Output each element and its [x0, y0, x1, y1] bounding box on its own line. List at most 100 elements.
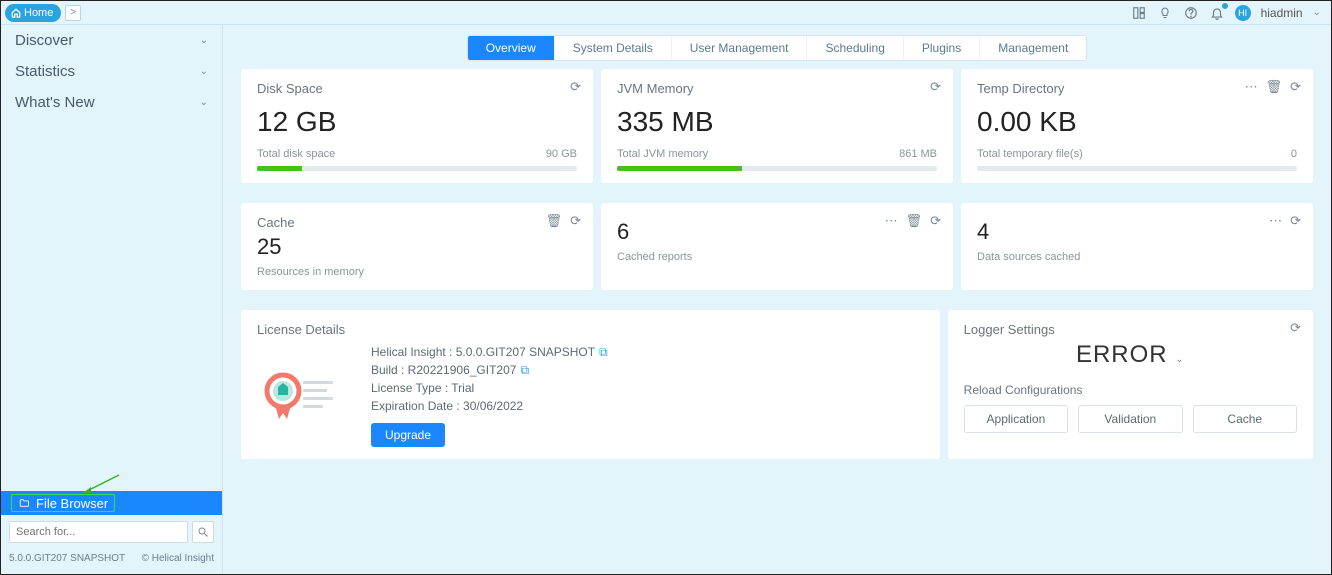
card-sub: Resources in memory	[257, 266, 577, 278]
card-temp-directory: Temp Directory ⋯ 🗑 ⟳ 0.00 KB Total tempo…	[961, 69, 1313, 183]
card-sub: Data sources cached	[977, 251, 1297, 263]
search-icon	[197, 526, 209, 538]
search-button[interactable]	[192, 521, 214, 543]
disk-progress	[257, 166, 577, 171]
card-value: 12 GB	[257, 106, 577, 138]
refresh-icon[interactable]: ⟳	[570, 79, 581, 95]
sidebar-file-browser[interactable]: File Browser	[1, 491, 222, 515]
chevron-down-icon: ⌄	[1175, 354, 1184, 365]
upgrade-button[interactable]: Upgrade	[371, 423, 445, 447]
card-sub-right: 0	[1291, 148, 1297, 160]
tab-system-details[interactable]: System Details	[555, 36, 672, 60]
top-icons: HI hiadmin ⌄	[1131, 5, 1331, 21]
sidebar-item-label: What's New	[15, 94, 95, 111]
search-row	[1, 515, 222, 549]
card-sub: Cached reports	[617, 251, 937, 263]
card-sub-left: Total disk space	[257, 148, 335, 160]
breadcrumb: Home >	[1, 1, 81, 24]
user-menu[interactable]: hiadmin	[1261, 6, 1303, 20]
sidebar-item-discover[interactable]: Discover ⌄	[1, 25, 222, 56]
folder-icon	[18, 498, 30, 508]
more-icon[interactable]: ⋯	[1245, 79, 1258, 95]
delete-icon[interactable]: 🗑	[1266, 79, 1283, 95]
card-license-details: License Details	[241, 310, 940, 459]
delete-icon[interactable]: 🗑	[906, 213, 923, 229]
sidebar-item-label: Discover	[15, 32, 73, 49]
notifications-badge	[1221, 2, 1229, 10]
chevron-down-icon: ⌄	[200, 35, 208, 46]
tab-management[interactable]: Management	[980, 36, 1086, 60]
card-disk-space: Disk Space ⟳ 12 GB Total disk space 90 G…	[241, 69, 593, 183]
card-title: JVM Memory	[617, 81, 937, 96]
tab-overview[interactable]: Overview	[468, 36, 555, 60]
tab-scheduling[interactable]: Scheduling	[807, 36, 903, 60]
jvm-progress	[617, 166, 937, 171]
card-logger-settings: Logger Settings ⟳ ERROR ⌄ Reload Configu…	[948, 310, 1313, 459]
license-expiration-line: Expiration Date : 30/06/2022	[371, 397, 608, 415]
license-build-line: Build : R20221906_GIT207	[371, 363, 516, 377]
card-title: Cache	[257, 215, 577, 230]
sidebar-item-whatsnew[interactable]: What's New ⌄	[1, 87, 222, 118]
more-icon[interactable]: ⋯	[885, 213, 898, 229]
product-label: Helical Insight	[152, 553, 214, 564]
card-data-sources: ⋯ ⟳ 4 Data sources cached	[961, 203, 1313, 290]
license-info: Helical Insight : 5.0.0.GIT207 SNAPSHOT ⧉…	[371, 343, 608, 447]
search-input[interactable]	[9, 521, 188, 543]
card-title: License Details	[257, 322, 924, 337]
card-sub-right: 90 GB	[546, 148, 577, 160]
card-value: 0.00 KB	[977, 106, 1297, 138]
card-jvm-memory: JVM Memory ⟳ 335 MB Total JVM memory 861…	[601, 69, 953, 183]
sidebar-footer: 5.0.0.GIT207 SNAPSHOT © Helical Insight	[1, 549, 222, 574]
refresh-icon[interactable]: ⟳	[1290, 79, 1301, 95]
sidebar-item-label: Statistics	[15, 63, 75, 80]
version-label: 5.0.0.GIT207 SNAPSHOT	[9, 553, 125, 564]
topbar: Home > HI hiadmin ⌄	[1, 1, 1331, 25]
copy-icon[interactable]: ⧉	[520, 363, 529, 377]
card-value: 335 MB	[617, 106, 937, 138]
breadcrumb-home-label: Home	[24, 7, 53, 19]
logger-level[interactable]: ERROR ⌄	[964, 341, 1297, 369]
card-cached-reports: ⋯ 🗑 ⟳ 6 Cached reports	[601, 203, 953, 290]
file-browser-label: File Browser	[36, 496, 108, 511]
tab-plugins[interactable]: Plugins	[904, 36, 980, 60]
logger-level-label: ERROR	[1076, 341, 1168, 368]
delete-icon[interactable]: 🗑	[546, 213, 563, 229]
help-icon[interactable]	[1183, 5, 1199, 21]
breadcrumb-home[interactable]: Home	[5, 4, 61, 22]
license-type-line: License Type : Trial	[371, 379, 608, 397]
copy-icon[interactable]: ⧉	[599, 345, 608, 359]
breadcrumb-next[interactable]: >	[65, 5, 81, 21]
tabs-wrap: Overview System Details User Management …	[223, 25, 1331, 69]
reload-application-button[interactable]: Application	[964, 405, 1068, 433]
refresh-icon[interactable]: ⟳	[1290, 213, 1301, 229]
notifications-icon[interactable]	[1209, 5, 1225, 21]
card-sub-left: Total JVM memory	[617, 148, 708, 160]
card-cache: Cache 🗑 ⟳ 25 Resources in memory	[241, 203, 593, 290]
sidebar: Discover ⌄ Statistics ⌄ What's New ⌄ Fil…	[1, 25, 223, 574]
refresh-icon[interactable]: ⟳	[930, 213, 941, 229]
layout-icon[interactable]	[1131, 5, 1147, 21]
sidebar-item-statistics[interactable]: Statistics ⌄	[1, 56, 222, 87]
chevron-down-icon: ⌄	[200, 66, 208, 77]
card-title: Logger Settings	[964, 322, 1297, 337]
reload-validation-button[interactable]: Validation	[1078, 405, 1182, 433]
tab-user-management[interactable]: User Management	[672, 36, 808, 60]
avatar[interactable]: HI	[1235, 5, 1251, 21]
refresh-icon[interactable]: ⟳	[570, 213, 581, 229]
refresh-icon[interactable]: ⟳	[930, 79, 941, 95]
home-icon	[11, 8, 21, 18]
chevron-down-icon: ⌄	[200, 97, 208, 108]
tabs: Overview System Details User Management …	[467, 35, 1088, 61]
chevron-down-icon: ⌄	[1313, 7, 1321, 18]
reload-configurations-label: Reload Configurations	[964, 383, 1297, 397]
card-title: Disk Space	[257, 81, 577, 96]
reload-cache-button[interactable]: Cache	[1193, 405, 1297, 433]
card-value: 25	[257, 234, 577, 260]
main: Overview System Details User Management …	[223, 25, 1331, 574]
lightbulb-icon[interactable]	[1157, 5, 1173, 21]
refresh-icon[interactable]: ⟳	[1290, 320, 1301, 336]
license-badge-icon	[257, 365, 347, 425]
license-product-line: Helical Insight : 5.0.0.GIT207 SNAPSHOT	[371, 345, 595, 359]
more-icon[interactable]: ⋯	[1269, 213, 1282, 229]
card-sub-left: Total temporary file(s)	[977, 148, 1083, 160]
